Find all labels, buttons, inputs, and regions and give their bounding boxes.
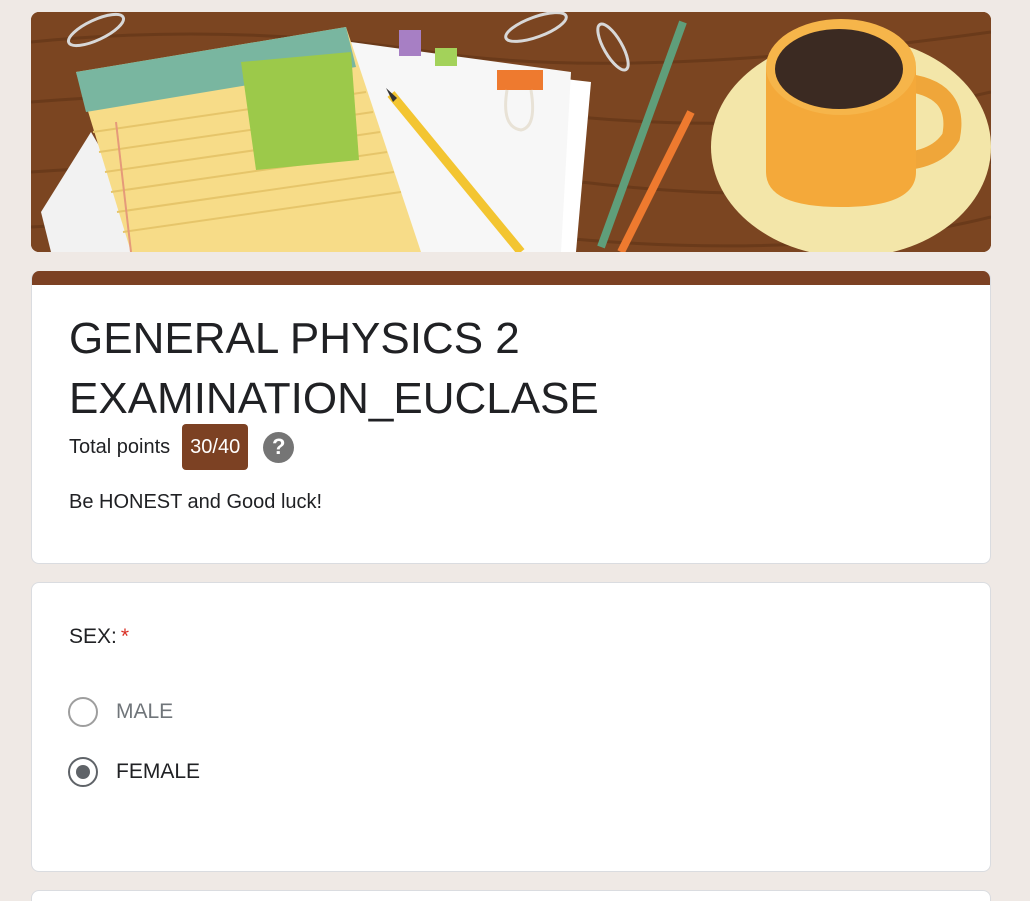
header-accent-bar bbox=[32, 271, 990, 285]
next-question-card bbox=[31, 890, 991, 901]
total-points-row: Total points 30/40 ? bbox=[69, 424, 295, 470]
question-title-text: SEX: bbox=[69, 625, 117, 648]
radio-unselected-icon[interactable] bbox=[68, 697, 98, 727]
header-banner-image bbox=[31, 12, 991, 252]
form-page: GENERAL PHYSICS 2 EXAMINATION_EUCLASE To… bbox=[0, 0, 1030, 901]
total-points-badge: 30/40 bbox=[182, 424, 249, 470]
help-circle-icon[interactable]: ? bbox=[263, 431, 295, 463]
form-header-card: GENERAL PHYSICS 2 EXAMINATION_EUCLASE To… bbox=[31, 271, 991, 564]
radio-selected-icon[interactable] bbox=[68, 757, 98, 787]
total-points-label: Total points bbox=[69, 435, 171, 458]
form-title: GENERAL PHYSICS 2 EXAMINATION_EUCLASE bbox=[69, 314, 599, 423]
radio-option-female[interactable]: FEMALE bbox=[68, 756, 200, 788]
question-card-sex: SEX: * MALE FEMALE bbox=[31, 582, 991, 872]
radio-option-label: MALE bbox=[116, 700, 174, 723]
radio-option-label: FEMALE bbox=[116, 760, 201, 783]
required-asterisk: * bbox=[120, 625, 130, 648]
question-title: SEX: * bbox=[69, 625, 129, 649]
form-description: Be HONEST and Good luck! bbox=[69, 491, 323, 513]
radio-option-male[interactable]: MALE bbox=[68, 696, 173, 728]
